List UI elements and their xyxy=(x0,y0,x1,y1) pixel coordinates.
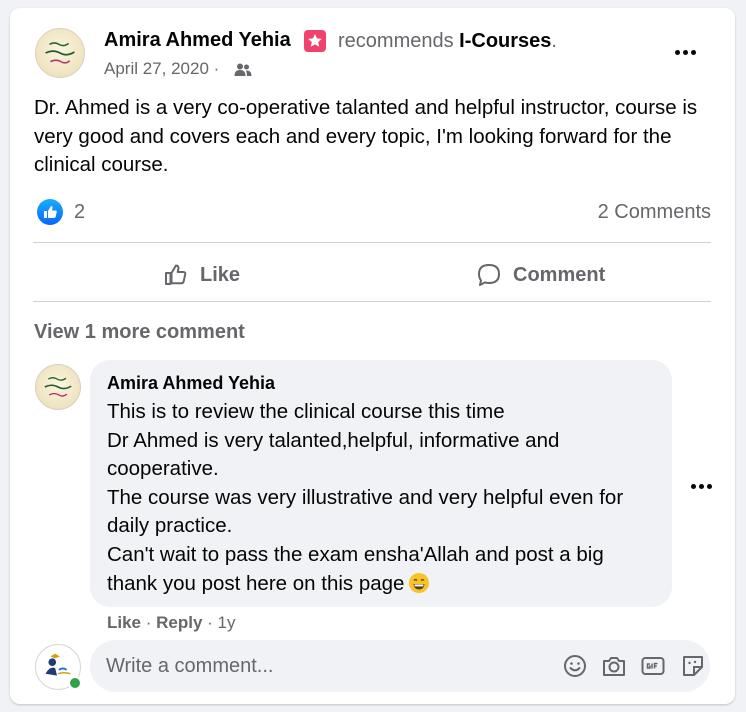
page-name-link[interactable]: I-Courses xyxy=(459,30,551,52)
comment-like-link[interactable]: Like xyxy=(107,613,141,632)
comment-line: cooperative. xyxy=(107,457,219,481)
recommends-period: . xyxy=(551,30,557,52)
comment-more-options-icon[interactable] xyxy=(686,476,716,496)
comment-text: This is to review the clinical course th… xyxy=(107,398,667,598)
comment-line: Dr Ahmed is very talanted,helpful, infor… xyxy=(107,428,560,452)
reaction-count[interactable]: 2 xyxy=(74,201,85,224)
online-status-dot xyxy=(68,676,82,690)
comment-reply-link[interactable]: Reply xyxy=(156,613,202,632)
comment-line: daily practice. xyxy=(107,514,233,538)
comment-line: The course was very illustrative and ver… xyxy=(107,485,624,509)
recommendation-star-icon xyxy=(304,30,326,52)
comment-button[interactable]: Comment xyxy=(475,252,605,298)
thumbs-up-icon[interactable] xyxy=(37,199,63,225)
comment-line-text: thank you post here on this page xyxy=(107,571,405,595)
comment-bubble-icon xyxy=(478,264,500,286)
gif-icon[interactable] xyxy=(640,653,666,679)
comments-count[interactable]: 2 Comments xyxy=(598,201,711,224)
divider xyxy=(33,301,711,302)
comment-line-last: thank you post here on this page xyxy=(107,570,667,599)
comment-bubble: Amira Ahmed Yehia This is to review the … xyxy=(90,360,672,607)
like-button[interactable]: Like xyxy=(162,252,240,298)
comment-author-name[interactable]: Amira Ahmed Yehia xyxy=(107,373,275,394)
post-author-name[interactable]: Amira Ahmed Yehia xyxy=(104,29,291,52)
grinning-face-emoji xyxy=(409,572,430,593)
comment-composer xyxy=(90,640,710,692)
camera-icon[interactable] xyxy=(601,653,627,679)
emoji-icon[interactable] xyxy=(562,653,588,679)
recommendation-line: recommends I-Courses. xyxy=(338,30,557,53)
post-card: Amira Ahmed Yehia recommends I-Courses. … xyxy=(10,8,735,704)
view-more-comments-link[interactable]: View 1 more comment xyxy=(34,321,245,344)
comment-meta: Like · Reply · 1y xyxy=(107,613,236,632)
comment-age[interactable]: 1y xyxy=(218,613,236,632)
comment-author-avatar[interactable] xyxy=(35,364,81,410)
post-date[interactable]: April 27, 2020 · xyxy=(104,59,219,79)
comment-line: Can't wait to pass the exam ensha'Allah … xyxy=(107,542,604,566)
comment-input[interactable] xyxy=(106,640,536,692)
friends-icon xyxy=(234,63,252,76)
divider xyxy=(33,242,711,243)
author-avatar[interactable] xyxy=(35,28,85,78)
thumbs-up-outline-icon xyxy=(165,264,187,285)
comment-button-label: Comment xyxy=(513,263,606,286)
post-body-text: Dr. Ahmed is a very co-operative talante… xyxy=(34,96,698,176)
like-button-label: Like xyxy=(200,263,241,286)
comment-line: This is to review the clinical course th… xyxy=(107,400,505,423)
post-more-options-icon[interactable] xyxy=(670,42,700,62)
recommends-text: recommends xyxy=(338,30,454,52)
sticker-icon[interactable] xyxy=(680,653,706,679)
